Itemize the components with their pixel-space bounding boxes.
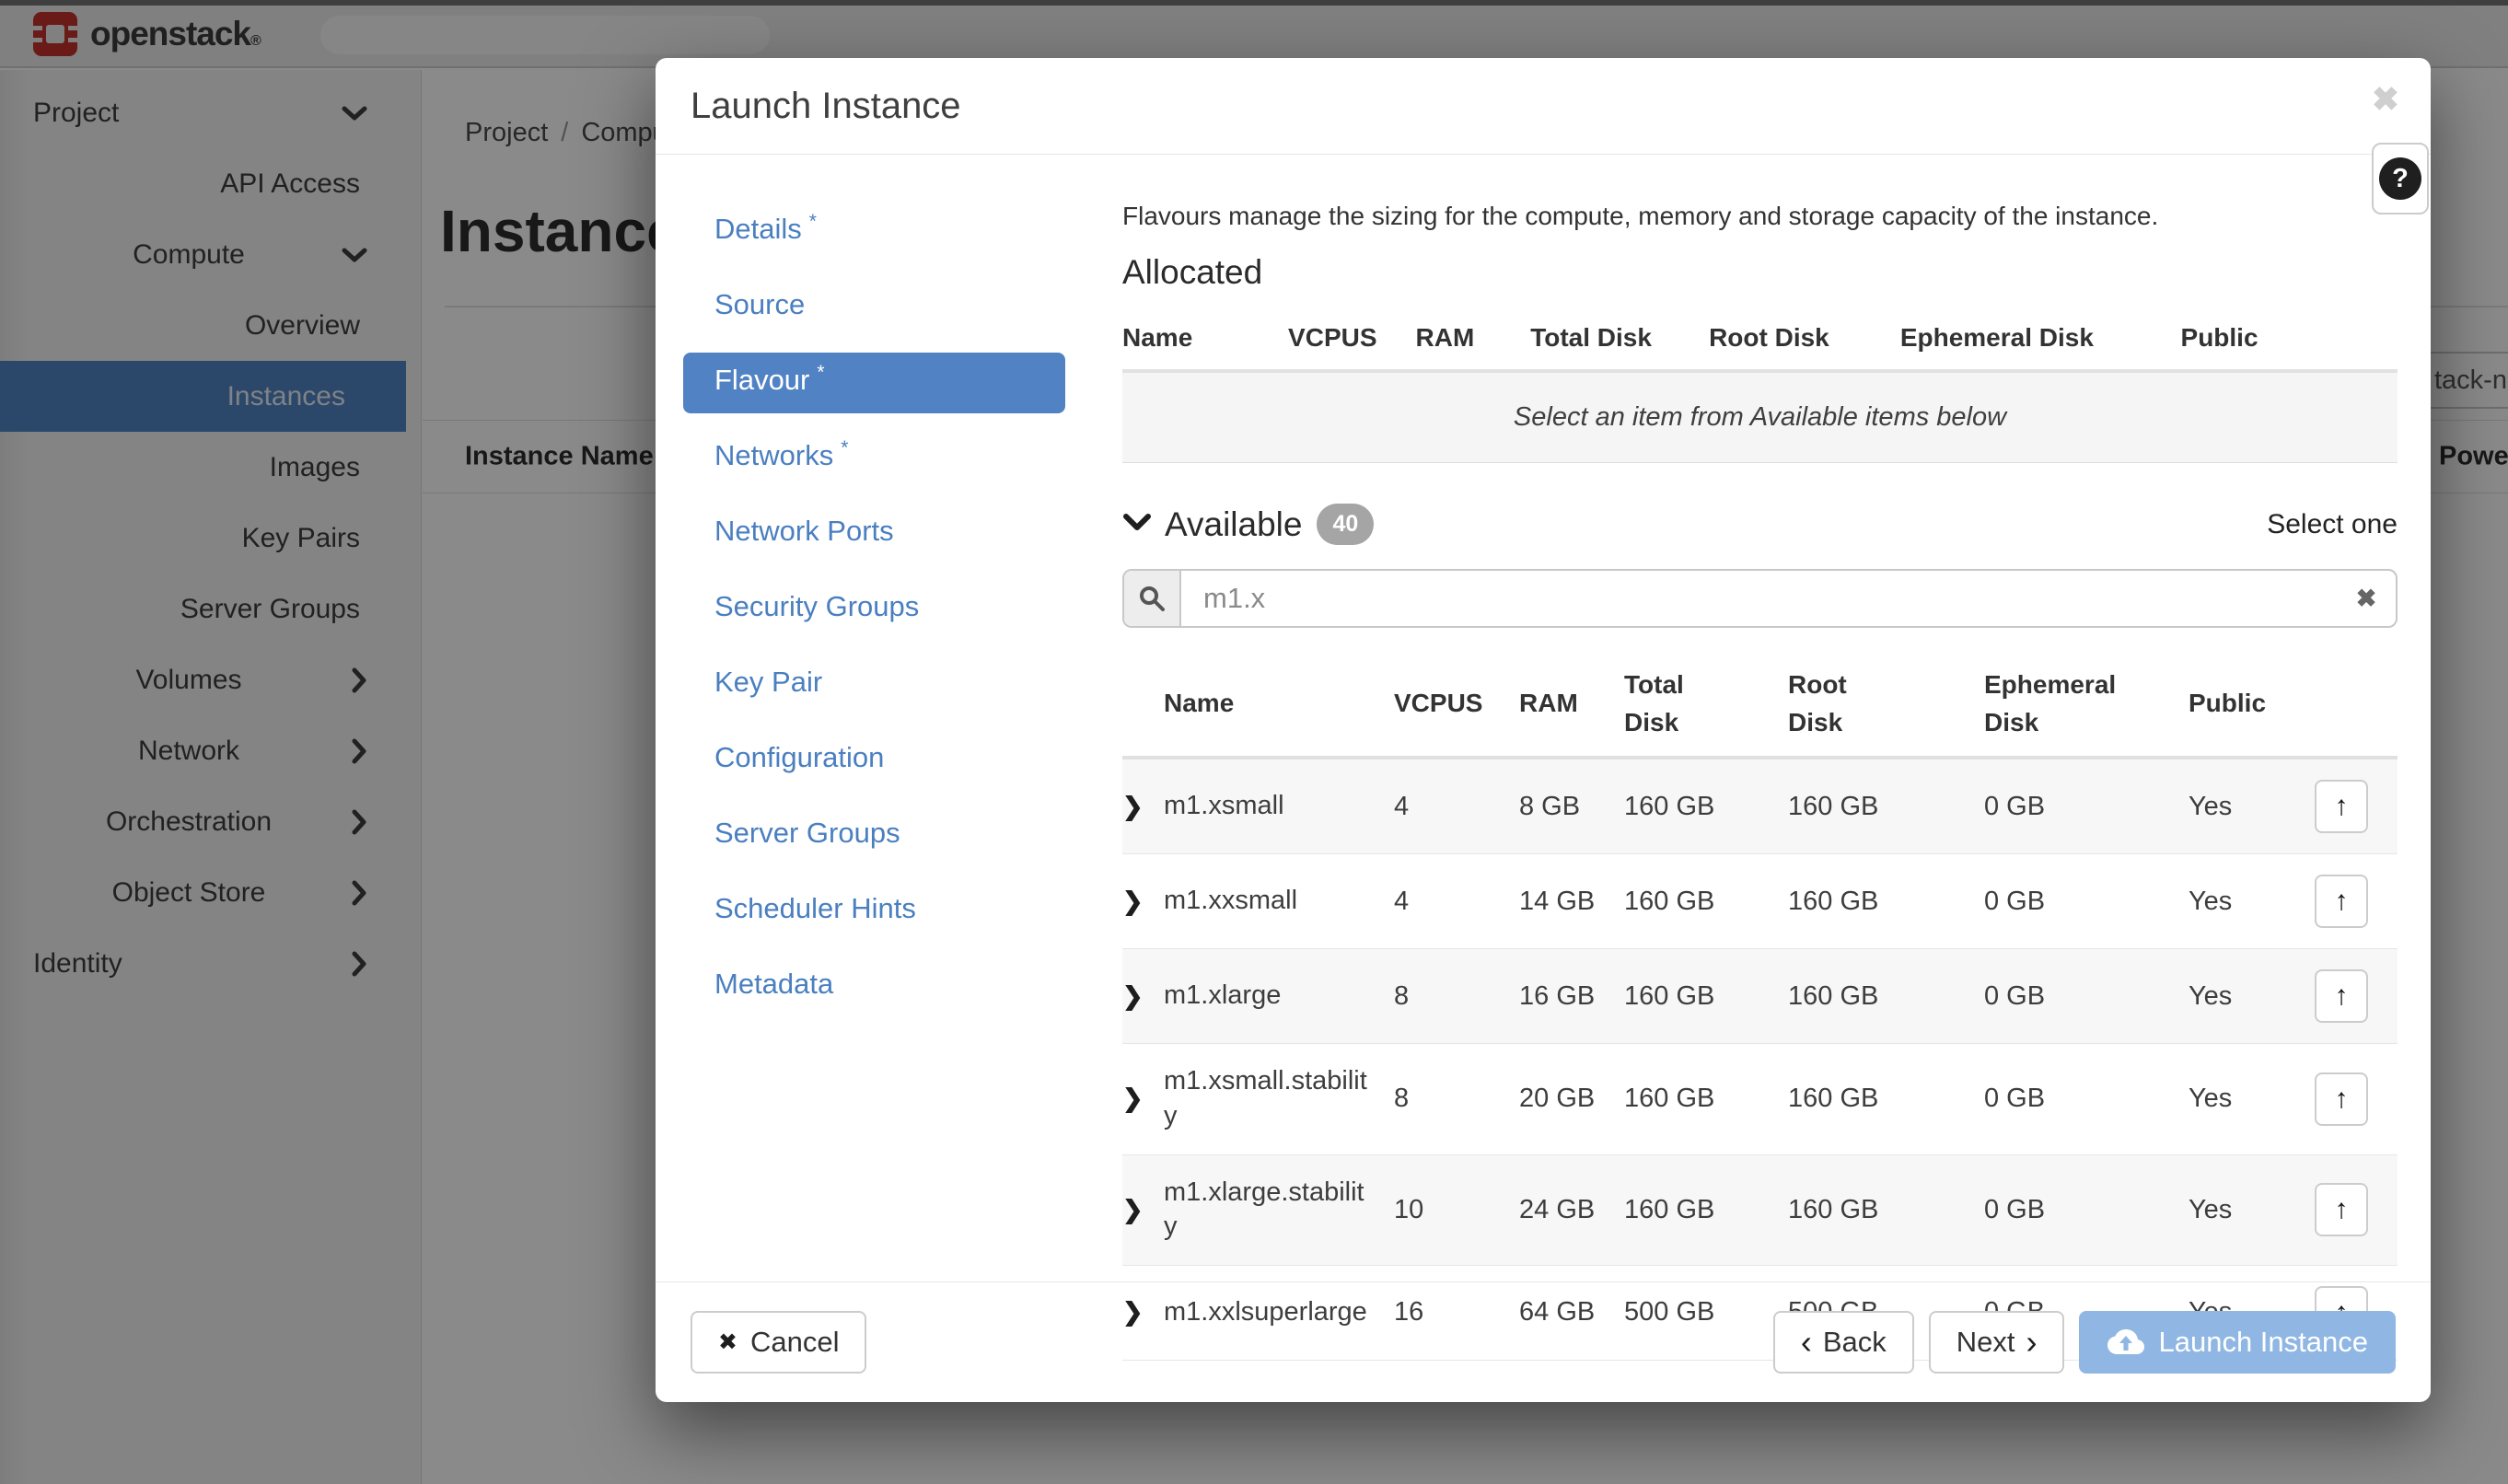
cancel-button[interactable]: ✖ Cancel: [691, 1311, 866, 1374]
dialog-footer: ✖ Cancel ‹ Back Next › Launch Instance: [656, 1281, 2431, 1402]
available-header-row: Name VCPUS RAM Total Disk Root Disk Ephe…: [1122, 652, 2398, 758]
allocated-heading: Allocated: [1122, 253, 2398, 292]
up-arrow-icon: ↑: [2335, 791, 2349, 822]
wizard-tab-source[interactable]: Source: [683, 277, 1065, 338]
flavour-row: ❯ m1.xsmall 4 8 GB 160 GB 160 GB 0 GB Ye…: [1122, 758, 2398, 854]
up-arrow-icon: ↑: [2335, 886, 2349, 917]
next-button[interactable]: Next ›: [1929, 1311, 2065, 1374]
dialog-body: Details* Source Flavour* Networks* Netwo…: [656, 156, 2431, 1281]
step-description: Flavours manage the sizing for the compu…: [1122, 202, 2398, 231]
close-icon[interactable]: ✖: [2372, 80, 2399, 119]
collapse-chevron-down-icon[interactable]: [1122, 512, 1152, 537]
up-arrow-icon: ↑: [2335, 1084, 2349, 1115]
allocate-up-button[interactable]: ↑: [2315, 1072, 2368, 1126]
flavour-name: m1.xsmall.stability: [1164, 1044, 1394, 1154]
expand-chevron-icon[interactable]: ❯: [1122, 887, 1144, 915]
question-mark-icon: ?: [2379, 157, 2421, 200]
wizard-tab-flavour[interactable]: Flavour*: [683, 353, 1065, 413]
allocate-up-button[interactable]: ↑: [2315, 969, 2368, 1023]
expand-chevron-icon[interactable]: ❯: [1122, 982, 1144, 1010]
wizard-tab-details[interactable]: Details*: [683, 202, 1065, 262]
flavour-name: m1.xxsmall: [1164, 854, 1394, 949]
required-asterisk: *: [809, 211, 817, 233]
wizard-tab-network-ports[interactable]: Network Ports: [683, 504, 1065, 564]
expand-chevron-icon[interactable]: ❯: [1122, 793, 1144, 820]
flavour-row: ❯ m1.xlarge.stability 10 24 GB 160 GB 16…: [1122, 1154, 2398, 1265]
allocate-up-button[interactable]: ↑: [2315, 875, 2368, 928]
back-button[interactable]: ‹ Back: [1773, 1311, 1914, 1374]
dialog-title: Launch Instance: [691, 86, 961, 127]
expand-chevron-icon[interactable]: ❯: [1122, 1196, 1144, 1223]
cloud-upload-icon: [2107, 1328, 2145, 1356]
flavour-name: m1.xlarge.stability: [1164, 1154, 1394, 1265]
wizard-tab-metadata[interactable]: Metadata: [683, 956, 1065, 1017]
required-asterisk: *: [841, 437, 848, 459]
allocate-up-button[interactable]: ↑: [2315, 1183, 2368, 1236]
launch-instance-dialog: Launch Instance ✖ ? Details* Source Flav…: [656, 58, 2431, 1402]
search-input[interactable]: [1181, 571, 2337, 626]
up-arrow-icon: ↑: [2335, 1194, 2349, 1225]
allocated-empty-message: Select an item from Available items belo…: [1122, 371, 2398, 463]
launch-instance-button[interactable]: Launch Instance: [2079, 1311, 2396, 1374]
available-count-badge: 40: [1317, 504, 1374, 545]
allocated-table: Name VCPUS RAM Total Disk Root Disk Ephe…: [1122, 307, 2398, 463]
available-header: Available 40 Select one: [1122, 504, 2398, 545]
wizard-tab-networks[interactable]: Networks*: [683, 428, 1065, 489]
wizard-tab-server-groups[interactable]: Server Groups: [683, 806, 1065, 866]
wizard-tab-scheduler-hints[interactable]: Scheduler Hints: [683, 881, 1065, 942]
search-icon: [1124, 571, 1181, 626]
required-asterisk: *: [817, 362, 824, 384]
wizard-tab-security-groups[interactable]: Security Groups: [683, 579, 1065, 640]
help-button[interactable]: ?: [2372, 143, 2429, 214]
select-one-hint: Select one: [2267, 509, 2398, 540]
available-heading: Available: [1165, 505, 1302, 544]
cancel-x-icon: ✖: [718, 1328, 737, 1356]
wizard-tab-key-pair[interactable]: Key Pair: [683, 655, 1065, 715]
flavour-name: m1.xsmall: [1164, 758, 1394, 854]
allocated-header-row: Name VCPUS RAM Total Disk Root Disk Ephe…: [1122, 307, 2398, 371]
dialog-header: Launch Instance: [656, 58, 2431, 155]
wizard-tab-configuration[interactable]: Configuration: [683, 730, 1065, 791]
flavour-search-bar: ✖: [1122, 569, 2398, 628]
flavour-step-content: Flavours manage the sizing for the compu…: [1122, 202, 2398, 1281]
allocated-empty-row: Select an item from Available items belo…: [1122, 371, 2398, 463]
up-arrow-icon: ↑: [2335, 980, 2349, 1012]
available-table: Name VCPUS RAM Total Disk Root Disk Ephe…: [1122, 652, 2398, 1361]
flavour-row: ❯ m1.xlarge 8 16 GB 160 GB 160 GB 0 GB Y…: [1122, 949, 2398, 1044]
flavour-name: m1.xlarge: [1164, 949, 1394, 1044]
wizard-nav: Details* Source Flavour* Networks* Netwo…: [683, 202, 1065, 1281]
allocate-up-button[interactable]: ↑: [2315, 780, 2368, 833]
expand-chevron-icon[interactable]: ❯: [1122, 1084, 1144, 1112]
clear-search-icon[interactable]: ✖: [2337, 571, 2396, 626]
flavour-row: ❯ m1.xxsmall 4 14 GB 160 GB 160 GB 0 GB …: [1122, 854, 2398, 949]
flavour-row: ❯ m1.xsmall.stability 8 20 GB 160 GB 160…: [1122, 1044, 2398, 1154]
